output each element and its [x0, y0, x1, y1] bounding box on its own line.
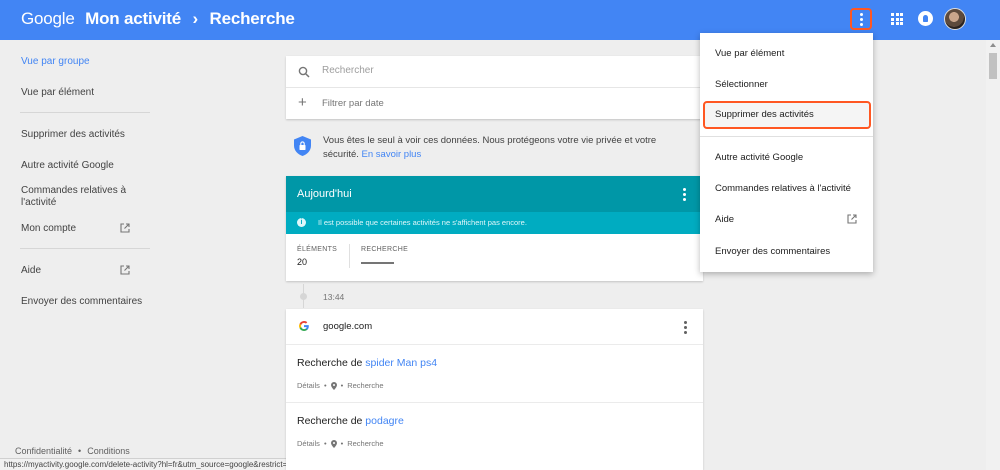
footer-links: Confidentialité • Conditions [15, 446, 130, 456]
entry-text: Recherche de spider Man ps4 [297, 357, 437, 369]
list-item: Recherche de podagre Détails • • Recherc… [286, 404, 703, 461]
sidebar: Vue par groupe Vue par élément Supprimer… [0, 40, 165, 470]
entry-meta: Détails • • Recherche [297, 439, 384, 448]
footer-separator: • [78, 446, 82, 456]
stat-search[interactable]: RECHERCHE [361, 246, 408, 264]
entry-query-link[interactable]: spider Man ps4 [365, 357, 437, 369]
scrollbar[interactable] [986, 40, 1000, 470]
details-link[interactable]: Détails [297, 439, 320, 448]
meta-dot: • [340, 439, 344, 448]
sidebar-item-feedback[interactable]: Envoyer des commentaires [21, 296, 142, 308]
sidebar-item-other-activity[interactable]: Autre activité Google [21, 160, 114, 172]
search-icon [298, 66, 310, 78]
menu-item-activity-controls[interactable]: Commandes relatives à l'activité [715, 183, 851, 194]
scroll-thumb[interactable] [989, 53, 997, 79]
chevron-right-icon: › [192, 9, 199, 28]
search-card: + Filtrer par date [286, 56, 703, 119]
more-options-menu: Vue par élément Sélectionner Supprimer d… [700, 33, 873, 272]
more-vert-icon [859, 12, 863, 26]
menu-item-select[interactable]: Sélectionner [715, 79, 768, 90]
info-banner: i Il est possible que certaines activité… [286, 212, 703, 234]
location-pin-icon [330, 439, 337, 448]
sidebar-item-my-account[interactable]: Mon compte [21, 223, 76, 235]
external-link-icon [847, 214, 857, 224]
entry-prefix: Recherche de [297, 415, 366, 427]
google-g-icon [299, 320, 309, 331]
sidebar-item-delete-activity[interactable]: Supprimer des activités [21, 129, 125, 141]
stat-bar [361, 262, 394, 264]
menu-item-item-view[interactable]: Vue par élément [715, 48, 784, 59]
privacy-text: Vous êtes le seul à voir ces données. No… [323, 134, 693, 162]
meta-dot: • [323, 439, 327, 448]
activity-source: google.com [323, 321, 373, 332]
time-label: 13:44 [323, 292, 345, 302]
learn-more-link[interactable]: En savoir plus [362, 149, 422, 160]
more-options-button[interactable] [850, 8, 872, 30]
info-icon: i [297, 218, 306, 227]
notifications-icon[interactable] [918, 11, 933, 26]
terms-link[interactable]: Conditions [87, 446, 130, 456]
page-title[interactable]: Mon activité [85, 9, 181, 28]
filter-label: Filtrer par date [322, 98, 384, 109]
sidebar-divider [20, 248, 150, 249]
plus-icon: + [298, 94, 307, 111]
privacy-link[interactable]: Confidentialité [15, 446, 72, 456]
google-logo[interactable]: Google [21, 9, 75, 28]
sidebar-divider [20, 112, 150, 113]
more-vert-icon[interactable] [684, 321, 687, 334]
location-pin-icon [330, 381, 337, 390]
activity-header: google.com [286, 309, 703, 345]
search-input[interactable] [322, 65, 682, 76]
stat-label: RECHERCHE [361, 246, 409, 253]
menu-item-feedback[interactable]: Envoyer des commentaires [715, 246, 830, 257]
stat-value: 20 [297, 257, 308, 267]
stat-items[interactable]: ÉLÉMENTS 20 [297, 246, 337, 267]
external-link-icon [120, 223, 130, 233]
today-card: Aujourd'hui i Il est possible que certai… [286, 176, 703, 281]
list-item: Recherche de spider Man ps4 Détails • • … [286, 346, 703, 403]
entry-type: Recherche [347, 439, 384, 448]
today-title: Aujourd'hui [297, 188, 352, 200]
scroll-up-arrow-icon[interactable] [990, 43, 996, 47]
sidebar-item-item-view[interactable]: Vue par élément [21, 87, 94, 99]
meta-dot: • [323, 381, 327, 390]
apps-grid-icon[interactable] [891, 13, 903, 25]
stat-divider [349, 244, 350, 268]
entry-text: Recherche de podagre [297, 415, 404, 427]
today-header: Aujourd'hui [286, 176, 703, 212]
search-row[interactable] [286, 56, 703, 88]
sidebar-item-activity-controls[interactable]: Commandes relatives à l'activité [21, 185, 131, 209]
entry-prefix: Recherche de [297, 357, 366, 369]
page-subtitle: Recherche [209, 9, 295, 28]
avatar[interactable] [944, 8, 966, 30]
external-link-icon [120, 265, 130, 275]
entry-type: Recherche [347, 381, 384, 390]
info-text: Il est possible que certaines activités … [318, 218, 527, 227]
shield-lock-icon [294, 136, 311, 156]
menu-item-other-activity[interactable]: Autre activité Google [715, 152, 803, 163]
meta-dot: • [340, 381, 344, 390]
menu-item-help[interactable]: Aide [715, 214, 734, 225]
sidebar-item-help[interactable]: Aide [21, 265, 41, 277]
entry-meta: Détails • • Recherche [297, 381, 384, 390]
activity-card: google.com Recherche de spider Man ps4 D… [286, 309, 703, 470]
filter-by-date[interactable]: + Filtrer par date [286, 89, 703, 119]
details-link[interactable]: Détails [297, 381, 320, 390]
timeline-dot [300, 293, 307, 300]
sidebar-item-group-view[interactable]: Vue par groupe [21, 56, 90, 68]
status-bar-url: https://myactivity.google.com/delete-act… [0, 458, 317, 470]
brand: Google Mon activité › Recherche [21, 9, 295, 29]
more-vert-icon[interactable] [683, 188, 686, 201]
menu-item-delete-activity[interactable]: Supprimer des activités [715, 109, 814, 120]
menu-divider [700, 136, 873, 137]
entry-query-link[interactable]: podagre [365, 415, 404, 427]
stat-label: ÉLÉMENTS [297, 246, 338, 253]
